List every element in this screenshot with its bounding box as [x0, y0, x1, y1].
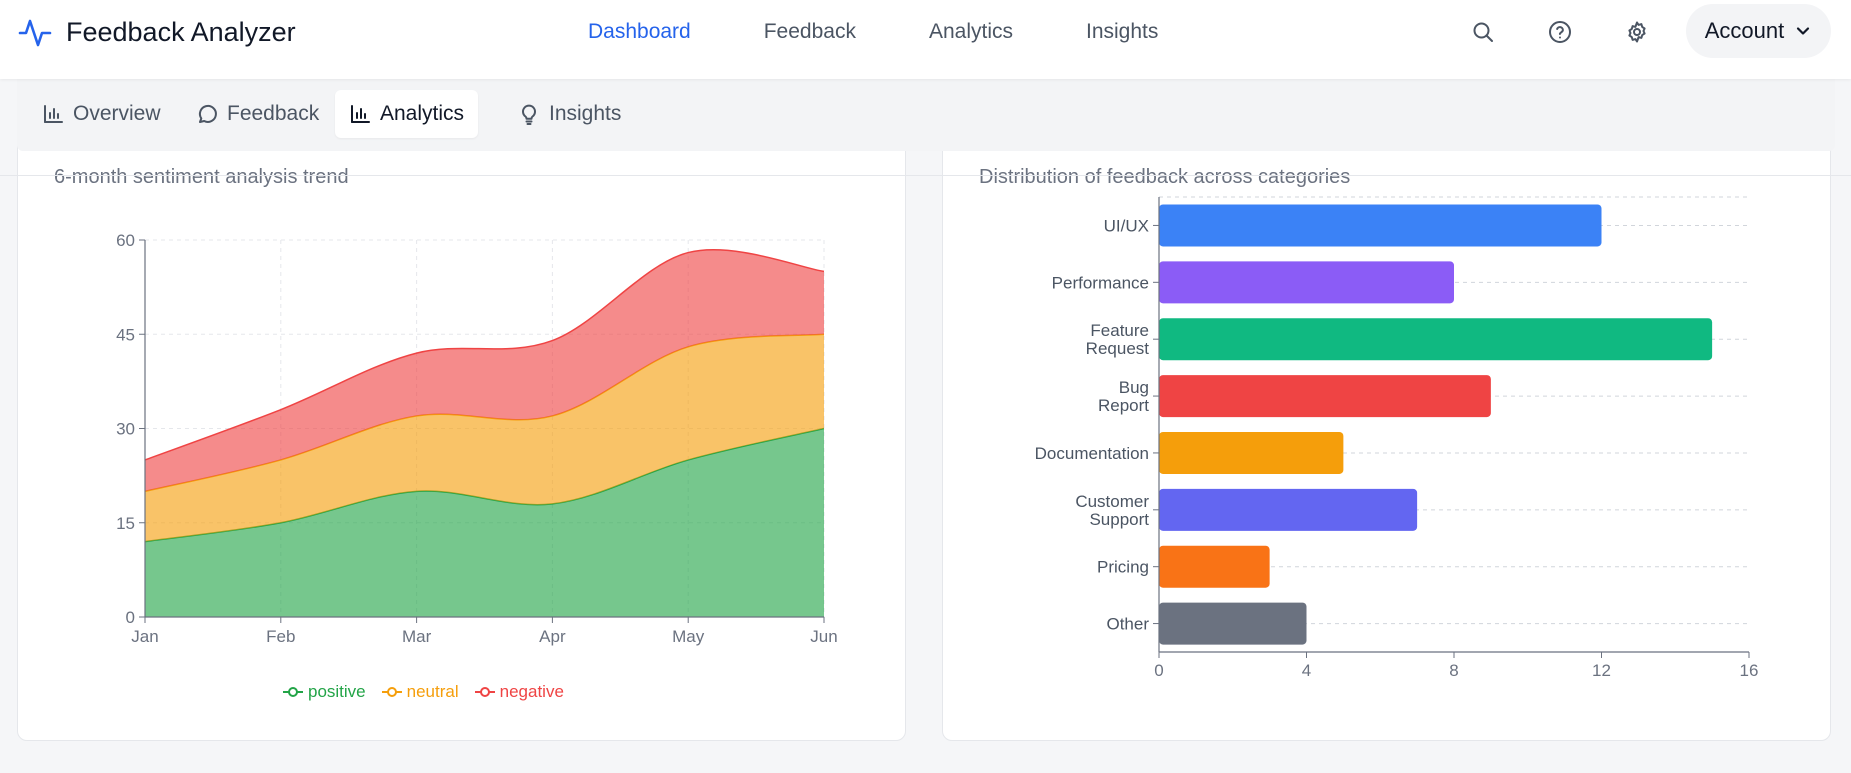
bar-performance: [1159, 261, 1454, 304]
y-tick-label: 60: [116, 231, 135, 250]
legend-item-positive[interactable]: positive: [283, 682, 366, 702]
x-tick-label: Jun: [810, 627, 837, 646]
bar-ui-ux: [1159, 204, 1602, 247]
nav-analytics[interactable]: Analytics: [929, 18, 1013, 46]
x-tick-label: 4: [1302, 661, 1311, 680]
y-tick-label: 15: [116, 514, 135, 533]
y-tick-label: Customer: [1075, 492, 1149, 511]
category-distribution-card: Distribution of feedback across categori…: [942, 120, 1831, 741]
tab-overview[interactable]: Overview: [28, 90, 175, 138]
help-button[interactable]: [1542, 14, 1578, 50]
category-bar-chart: UI/UX Performance FeatureRequest BugReport D…: [1035, 196, 1759, 680]
x-tick-label: Mar: [402, 627, 432, 646]
legend-item-negative[interactable]: negative: [474, 682, 564, 702]
brand[interactable]: Feedback Analyzer: [18, 14, 296, 50]
sentiment-area-chart: 0 15 30 45 60 Jan Feb Mar Apr May Jun: [116, 231, 838, 646]
legend-label-negative: negative: [499, 682, 564, 701]
x-tick-label: Jan: [131, 627, 158, 646]
nav-insights[interactable]: Insights: [1086, 18, 1158, 46]
top-navigation-bar: Feedback Analyzer Dashboard Feedback Ana…: [0, 0, 1851, 79]
bar-chart-icon: [44, 105, 63, 123]
y-tick-label: Other: [1106, 615, 1149, 634]
tab-insights-label: Insights: [549, 102, 622, 125]
y-tick-label: 30: [116, 420, 135, 439]
sentiment-trend-card: 6-month sentiment analysis trend 0 15 30 45…: [17, 120, 906, 741]
tab-analytics[interactable]: Analytics: [335, 90, 479, 138]
y-tick-label: Performance: [1052, 273, 1149, 292]
tab-insights[interactable]: Insights: [504, 90, 635, 138]
main-nav: Dashboard Feedback Analytics Insights: [588, 18, 1231, 46]
y-tick-label: 45: [116, 325, 135, 344]
tab-feedback[interactable]: Feedback: [182, 90, 333, 138]
x-tick-label: 0: [1154, 661, 1163, 680]
bar-customer-support: [1159, 488, 1418, 531]
gear-icon: [1628, 21, 1646, 43]
y-tick-label: Documentation: [1035, 444, 1149, 463]
legend-line-icon: [474, 687, 495, 697]
x-tick-label: 12: [1592, 661, 1611, 680]
section-tabs: Overview Feedback Analytics Insights: [17, 79, 1835, 151]
account-menu-button[interactable]: Account: [1686, 4, 1831, 58]
bar-other: [1159, 602, 1307, 645]
y-tick-label: UI/UX: [1104, 216, 1149, 235]
bar-chart-icon: [351, 105, 370, 123]
nav-dashboard[interactable]: Dashboard: [588, 18, 691, 46]
bar-bug-report: [1159, 375, 1491, 418]
legend-label-positive: positive: [308, 682, 366, 701]
legend-line-icon: [381, 687, 402, 697]
x-tick-label: May: [672, 627, 705, 646]
x-tick-label: Feb: [266, 627, 295, 646]
y-tick-label: Pricing: [1097, 558, 1149, 577]
tab-feedback-label: Feedback: [227, 102, 320, 125]
sentiment-legend: positive neutral negative: [283, 682, 580, 702]
app-title: Feedback Analyzer: [66, 16, 296, 47]
bar-documentation: [1159, 431, 1344, 474]
x-tick-label: 16: [1740, 661, 1759, 680]
y-tick-label: Request: [1086, 339, 1150, 358]
legend-label-neutral: neutral: [406, 682, 459, 701]
y-tick-label: Feature: [1090, 321, 1149, 340]
bar-pricing: [1159, 545, 1270, 588]
search-button[interactable]: [1465, 14, 1501, 50]
x-tick-label: 8: [1449, 661, 1458, 680]
account-label: Account: [1704, 18, 1785, 43]
message-icon: [198, 104, 217, 123]
y-tick-label: Bug: [1119, 378, 1149, 397]
legend-line-icon: [283, 687, 303, 697]
chevron-down-icon: [1797, 27, 1810, 35]
search-icon: [1473, 22, 1493, 42]
legend-item-neutral[interactable]: neutral: [381, 682, 459, 702]
settings-button[interactable]: [1619, 14, 1655, 50]
x-tick-label: Apr: [539, 627, 566, 646]
y-tick-label: Support: [1089, 510, 1149, 529]
content-divider: [0, 175, 1851, 176]
nav-feedback[interactable]: Feedback: [764, 18, 856, 46]
lightbulb-icon: [522, 104, 536, 125]
tab-analytics-label: Analytics: [380, 102, 465, 125]
y-tick-label: 0: [126, 608, 135, 627]
activity-icon: [18, 19, 52, 47]
bar-feature-request: [1159, 318, 1713, 361]
tab-overview-label: Overview: [73, 102, 161, 125]
y-tick-label: Report: [1098, 396, 1149, 415]
help-icon: [1549, 21, 1571, 43]
